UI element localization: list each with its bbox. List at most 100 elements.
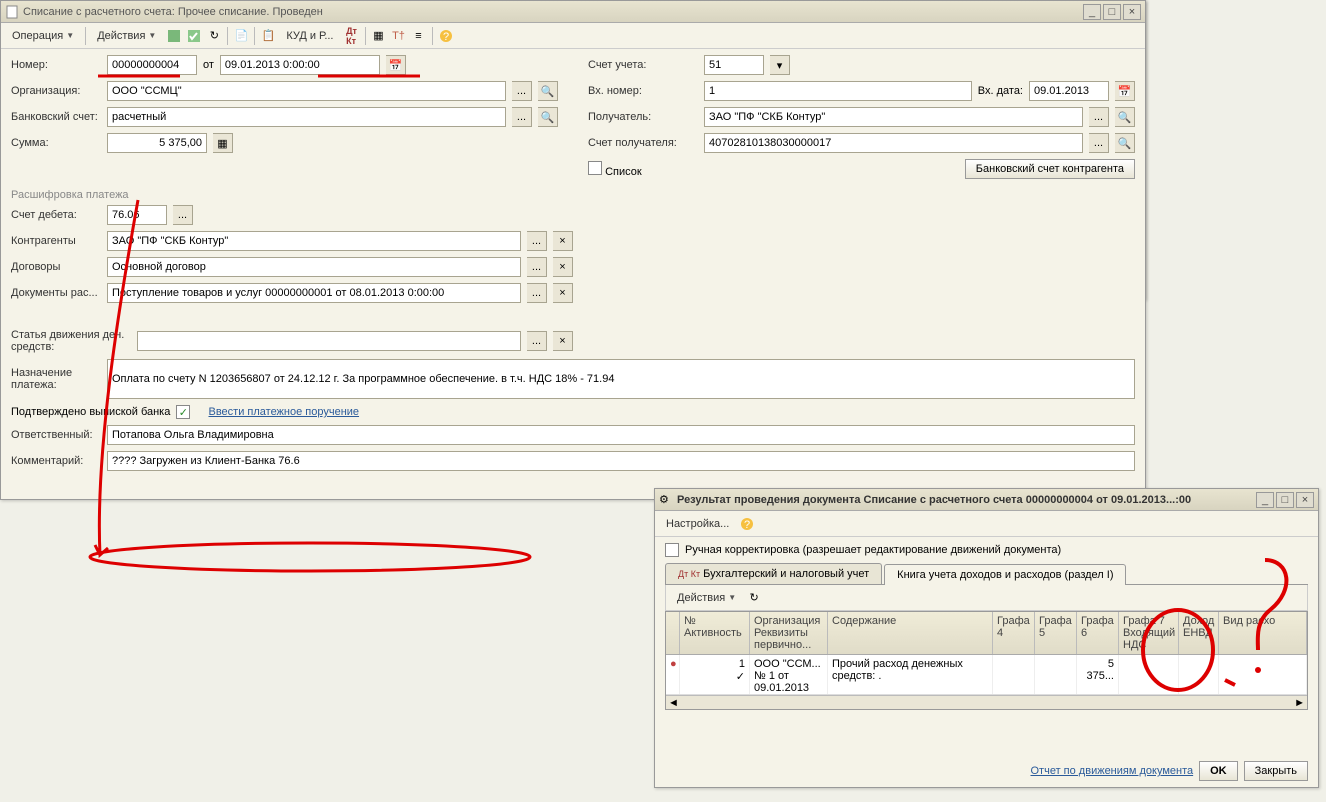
col-mark[interactable] [666, 612, 680, 654]
clear-icon[interactable]: × [553, 257, 573, 277]
date-input[interactable]: 09.01.2013 0:00:00 [220, 55, 380, 75]
operation-menu[interactable]: Операция▼ [5, 27, 81, 45]
window-writeoff: Списание с расчетного счета: Прочее спис… [0, 0, 1146, 500]
select-icon[interactable]: ... [527, 283, 547, 303]
help-icon[interactable]: ? [437, 27, 455, 45]
select-icon[interactable]: ... [1089, 107, 1109, 127]
minimize-button[interactable]: _ [1083, 4, 1101, 20]
number-label: Номер: [11, 59, 101, 71]
chevron-down-icon[interactable]: ▾ [770, 55, 790, 75]
list-icon[interactable]: ≡ [410, 27, 428, 45]
select-icon[interactable]: ... [527, 331, 547, 351]
search-icon[interactable]: 🔍 [538, 81, 558, 101]
help-icon[interactable]: ? [738, 515, 756, 533]
schetdeb-input[interactable]: 76.06 [107, 205, 167, 225]
dtk-icon[interactable]: ДтКт [343, 27, 361, 45]
doc-icon [5, 5, 19, 19]
search-icon[interactable]: 🔍 [1115, 133, 1135, 153]
bank-account-button[interactable]: Банковский счет контрагента [965, 159, 1135, 179]
save-icon[interactable] [165, 27, 183, 45]
actions-menu[interactable]: Действия▼ [670, 589, 743, 607]
calendar-icon[interactable]: 📅 [386, 55, 406, 75]
kud-button[interactable]: КУД и Р... [279, 27, 340, 45]
col-g5[interactable]: Графа 5 [1035, 612, 1077, 654]
refresh-icon[interactable]: ↻ [745, 589, 763, 607]
tabs: Дт Кт Бухгалтерский и налоговый учет Кни… [665, 563, 1308, 585]
t-icon[interactable]: T† [390, 27, 408, 45]
vxdata-input[interactable]: 09.01.2013 [1029, 81, 1109, 101]
col-g7[interactable]: Графа 7Входящий НДС [1119, 612, 1179, 654]
main-toolbar: Операция▼ Действия▼ ↻ 📄 📋 КУД и Р... ДтК… [1, 23, 1145, 49]
maximize-button[interactable]: □ [1276, 492, 1294, 508]
manual-checkbox[interactable] [665, 543, 679, 557]
new-doc-icon[interactable]: 📄 [232, 27, 250, 45]
summa-input[interactable]: 5 375,00 [107, 133, 207, 153]
maximize-button[interactable]: □ [1103, 4, 1121, 20]
otv-input[interactable]: Потапова Ольга Владимировна [107, 425, 1135, 445]
kontr-input[interactable]: ЗАО "ПФ "СКБ Контур" [107, 231, 521, 251]
uchet-input[interactable]: 51 [704, 55, 764, 75]
komm-input[interactable]: ???? Загружен из Клиент-Банка 76.6 [107, 451, 1135, 471]
vxnomer-input[interactable]: 1 [704, 81, 972, 101]
nastroika-button[interactable]: Настройка... [659, 515, 736, 533]
post-icon[interactable] [185, 27, 203, 45]
otchet-link[interactable]: Отчет по движениям документа [1031, 765, 1194, 777]
spisok-checkbox[interactable] [588, 161, 602, 175]
grid-toolbar: Действия▼ ↻ [665, 585, 1308, 611]
search-icon[interactable]: 🔍 [1115, 107, 1135, 127]
ok-button[interactable]: OK [1199, 761, 1238, 781]
confirm-checkbox[interactable]: ✓ [176, 405, 190, 419]
copy-icon[interactable]: 📋 [259, 27, 277, 45]
col-n[interactable]: №Активность [680, 612, 750, 654]
refresh-icon[interactable]: ↻ [205, 27, 223, 45]
close-button[interactable]: Закрыть [1244, 761, 1308, 781]
table-row[interactable]: ● 1✓ ООО "ССМ...№ 1 от 09.01.2013 Прочий… [666, 655, 1307, 695]
close-button[interactable]: × [1296, 492, 1314, 508]
col-vid[interactable]: Вид расхо [1219, 612, 1307, 654]
col-g4[interactable]: Графа 4 [993, 612, 1035, 654]
select-icon[interactable]: ... [527, 257, 547, 277]
statya-input[interactable] [137, 331, 521, 351]
svg-text:?: ? [442, 31, 448, 43]
select-icon[interactable]: ... [527, 231, 547, 251]
close-button[interactable]: × [1123, 4, 1141, 20]
nazn-input[interactable]: Оплата по счету N 1203656807 от 24.12.12… [107, 359, 1135, 399]
bank-input[interactable]: расчетный [107, 107, 506, 127]
minimize-button[interactable]: _ [1256, 492, 1274, 508]
vvesti-link[interactable]: Ввести платежное поручение [208, 406, 359, 418]
clear-icon[interactable]: × [553, 331, 573, 351]
tab-accounting[interactable]: Дт Кт Бухгалтерский и налоговый учет [665, 563, 882, 584]
select-icon[interactable]: ... [1089, 133, 1109, 153]
col-dohod[interactable]: Доход ЕНВД [1179, 612, 1219, 654]
dogovor-input[interactable]: Основной договор [107, 257, 521, 277]
titlebar[interactable]: ⚙ Результат проведения документа Списани… [655, 489, 1318, 511]
select-icon[interactable]: ... [512, 107, 532, 127]
col-sod[interactable]: Содержание [828, 612, 993, 654]
window-title: Списание с расчетного счета: Прочее спис… [23, 6, 1083, 18]
hscroll[interactable]: ◄ ► [666, 695, 1307, 709]
schetpol-input[interactable]: 40702810138030000017 [704, 133, 1083, 153]
window-result: ⚙ Результат проведения документа Списани… [654, 488, 1319, 788]
search-icon[interactable]: 🔍 [538, 107, 558, 127]
actions-menu[interactable]: Действия▼ [90, 27, 163, 45]
calc-icon[interactable]: ▦ [213, 133, 233, 153]
clear-icon[interactable]: × [553, 231, 573, 251]
col-g6[interactable]: Графа 6 [1077, 612, 1119, 654]
svg-text:?: ? [744, 519, 750, 531]
scroll-right-icon[interactable]: ► [1294, 697, 1305, 709]
col-org[interactable]: ОрганизацияРеквизиты первично... [750, 612, 828, 654]
scroll-left-icon[interactable]: ◄ [668, 697, 679, 709]
window-title: Результат проведения документа Списание … [677, 494, 1256, 506]
docs-input[interactable]: Поступление товаров и услуг 00000000001 … [107, 283, 521, 303]
clear-icon[interactable]: × [553, 283, 573, 303]
toolbar: Настройка... ? [655, 511, 1318, 537]
calendar-icon[interactable]: 📅 [1115, 81, 1135, 101]
structure-icon[interactable]: ▦ [370, 27, 388, 45]
number-input[interactable]: 00000000004 [107, 55, 197, 75]
org-input[interactable]: ООО "ССМЦ" [107, 81, 506, 101]
titlebar[interactable]: Списание с расчетного счета: Прочее спис… [1, 1, 1145, 23]
select-icon[interactable]: ... [512, 81, 532, 101]
poluch-input[interactable]: ЗАО "ПФ "СКБ Контур" [704, 107, 1083, 127]
tab-kudir[interactable]: Книга учета доходов и расходов (раздел I… [884, 564, 1126, 585]
select-icon[interactable]: ... [173, 205, 193, 225]
